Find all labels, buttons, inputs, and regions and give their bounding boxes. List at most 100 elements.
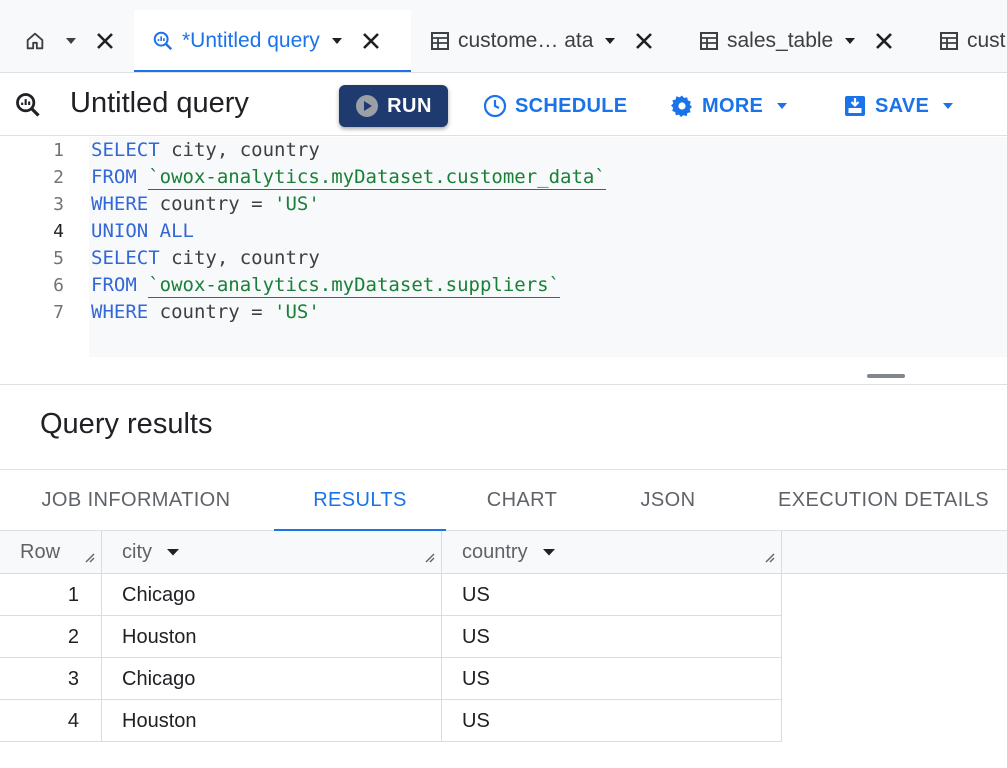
- table-icon: [939, 31, 959, 51]
- resize-grip-icon[interactable]: [423, 546, 435, 569]
- table-reference[interactable]: `owox-analytics.myDataset.suppliers`: [148, 274, 561, 298]
- save-button[interactable]: SAVE: [843, 85, 955, 127]
- code-line: 6 FROM `owox-analytics.myDataset.supplie…: [0, 272, 1007, 299]
- clock-icon: [483, 94, 507, 118]
- table-row[interactable]: 4 Houston US: [0, 700, 782, 742]
- save-icon: [843, 94, 867, 118]
- close-icon[interactable]: [96, 32, 114, 50]
- row-number: 3: [0, 658, 102, 700]
- code-text: FROM `owox-analytics.myDataset.suppliers…: [91, 272, 561, 299]
- column-list: city, country: [159, 139, 320, 161]
- code-line: 7 WHERE country = 'US': [0, 299, 1007, 326]
- tab-json[interactable]: JSON: [620, 470, 716, 531]
- line-number: 2: [53, 167, 64, 188]
- chevron-down-icon[interactable]: [603, 36, 617, 46]
- keyword: SELECT: [91, 247, 160, 269]
- table-icon: [699, 31, 719, 51]
- table-row[interactable]: 1 Chicago US: [0, 574, 782, 616]
- close-icon[interactable]: [875, 32, 893, 50]
- keyword: WHERE: [91, 301, 149, 323]
- play-icon: [355, 94, 379, 118]
- save-label: SAVE: [875, 94, 930, 117]
- code-line: 2 FROM `owox-analytics.myDataset.custome…: [0, 164, 1007, 191]
- close-icon[interactable]: [362, 32, 380, 50]
- results-title: Query results: [40, 408, 213, 440]
- tab-execution-details[interactable]: EXECUTION DETAILS: [760, 470, 1007, 531]
- cell-country[interactable]: US: [442, 700, 782, 742]
- line-number: 4: [53, 221, 64, 242]
- run-label: RUN: [387, 94, 432, 117]
- table-reference[interactable]: `owox-analytics.myDataset.customer_data`: [148, 166, 606, 190]
- string-literal: 'US': [274, 301, 320, 323]
- line-number: 6: [53, 275, 64, 296]
- query-icon: [152, 30, 174, 52]
- tab-chart[interactable]: CHART: [468, 470, 576, 531]
- line-number: 5: [53, 248, 64, 269]
- home-icon: [24, 30, 46, 52]
- tab-home[interactable]: [18, 10, 130, 72]
- header-label: city: [122, 540, 152, 563]
- cell-country[interactable]: US: [442, 658, 782, 700]
- column-list: city, country: [159, 247, 320, 269]
- close-icon[interactable]: [635, 32, 653, 50]
- column-header-country[interactable]: country: [442, 531, 782, 573]
- cell-city[interactable]: Houston: [102, 616, 442, 658]
- resize-grip-icon[interactable]: [763, 546, 775, 569]
- chevron-down-icon[interactable]: [843, 36, 857, 46]
- tab-label: cust: [967, 29, 1006, 52]
- column-header-row: Row: [0, 531, 102, 573]
- resize-grip-icon[interactable]: [83, 546, 95, 569]
- string-literal: 'US': [274, 193, 320, 215]
- row-number: 2: [0, 616, 102, 658]
- code-text: SELECT city, country: [91, 137, 320, 164]
- sort-arrow-icon[interactable]: [166, 547, 180, 557]
- condition: country =: [148, 301, 275, 323]
- line-number: 3: [53, 194, 64, 215]
- chevron-down-icon[interactable]: [330, 36, 344, 46]
- tab-untitled-query[interactable]: *Untitled query: [134, 10, 411, 72]
- table-header: Row city country: [0, 531, 1007, 574]
- keyword: SELECT: [91, 139, 160, 161]
- code-text: SELECT city, country: [91, 245, 320, 272]
- table-row[interactable]: 3 Chicago US: [0, 658, 782, 700]
- cell-city[interactable]: Chicago: [102, 574, 442, 616]
- table-row[interactable]: 2 Houston US: [0, 616, 782, 658]
- chevron-down-icon: [775, 101, 789, 111]
- query-title: Untitled query: [70, 87, 249, 119]
- code-text: WHERE country = 'US': [91, 299, 320, 326]
- sort-arrow-icon[interactable]: [542, 547, 556, 557]
- sql-editor[interactable]: 1 SELECT city, country 2 FROM `owox-anal…: [0, 137, 1007, 385]
- chevron-down-icon[interactable]: [64, 36, 78, 46]
- keyword: FROM: [91, 166, 137, 188]
- header-label: Row: [20, 540, 61, 563]
- table-icon: [430, 31, 450, 51]
- cell-country[interactable]: US: [442, 616, 782, 658]
- tab-customer-data[interactable]: custome… ata: [414, 10, 684, 72]
- code-text: UNION ALL: [91, 218, 194, 245]
- tab-job-information[interactable]: JOB INFORMATION: [20, 470, 252, 531]
- code-line: 3 WHERE country = 'US': [0, 191, 1007, 218]
- tab-label: *Untitled query: [182, 29, 320, 52]
- keyword: FROM: [91, 274, 137, 296]
- cell-country[interactable]: US: [442, 574, 782, 616]
- chevron-down-icon: [941, 101, 955, 111]
- line-number: 1: [53, 140, 64, 161]
- cell-city[interactable]: Houston: [102, 700, 442, 742]
- tab-cust-truncated[interactable]: cust: [925, 10, 1007, 72]
- tab-sales-table[interactable]: sales_table: [685, 10, 915, 72]
- column-header-city[interactable]: city: [102, 531, 442, 573]
- gear-icon: [670, 94, 694, 118]
- code-line: 5 SELECT city, country: [0, 245, 1007, 272]
- run-button[interactable]: RUN: [339, 85, 448, 127]
- code-line: 4 UNION ALL: [0, 218, 1007, 245]
- code-text: FROM `owox-analytics.myDataset.customer_…: [91, 164, 606, 191]
- keyword: UNION ALL: [91, 220, 194, 242]
- divider: [0, 384, 1007, 385]
- schedule-button[interactable]: SCHEDULE: [483, 85, 627, 127]
- code-line: 1 SELECT city, country: [0, 137, 1007, 164]
- tab-results[interactable]: RESULTS: [274, 470, 446, 532]
- editor-resize-handle[interactable]: [867, 374, 905, 378]
- more-button[interactable]: MORE: [670, 85, 789, 127]
- cell-city[interactable]: Chicago: [102, 658, 442, 700]
- condition: country =: [148, 193, 275, 215]
